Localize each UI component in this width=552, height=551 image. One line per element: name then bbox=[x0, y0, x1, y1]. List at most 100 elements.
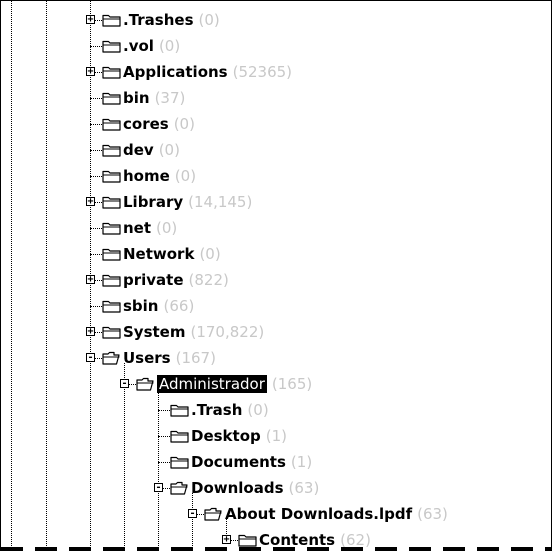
folder-open-icon bbox=[170, 480, 189, 495]
tree-node[interactable]: - Administrador (165) bbox=[1, 371, 551, 397]
folder-open-icon bbox=[136, 376, 155, 391]
tree-node-label[interactable]: home bbox=[123, 167, 170, 185]
expand-icon[interactable]: + bbox=[86, 197, 95, 207]
tree-node-label[interactable]: About Downloads.lpdf bbox=[225, 505, 412, 523]
tree-node-text: net (0) bbox=[123, 219, 177, 237]
tree-node-text: sbin (66) bbox=[123, 297, 194, 315]
tree-node-text: System (170,822) bbox=[123, 323, 264, 341]
tree-node-label[interactable]: Contents bbox=[259, 531, 335, 549]
tree-node[interactable]: + Applications (52365) bbox=[1, 59, 551, 85]
folder-icon bbox=[102, 64, 121, 79]
tree-node-label[interactable]: Library bbox=[123, 193, 183, 211]
tree-node-count: (0) bbox=[198, 11, 220, 29]
tree-node-count: (167) bbox=[175, 349, 216, 367]
tree-node[interactable]: .vol (0) bbox=[1, 33, 551, 59]
folder-tree: + .Trashes (0) .vol (0) + Applications (52365) b… bbox=[0, 0, 552, 551]
tree-node-text: dev (0) bbox=[123, 141, 180, 159]
folder-icon bbox=[102, 324, 121, 339]
folder-icon bbox=[102, 142, 121, 157]
tree-node-count: (0) bbox=[156, 219, 178, 237]
expand-icon[interactable]: + bbox=[86, 15, 95, 25]
tree-node-label[interactable]: System bbox=[123, 323, 185, 341]
tree-node[interactable]: + System (170,822) bbox=[1, 319, 551, 345]
tree-node[interactable]: cores (0) bbox=[1, 111, 551, 137]
tree-node-count: (62) bbox=[340, 531, 371, 549]
expand-icon[interactable]: + bbox=[86, 327, 95, 337]
tree-node[interactable]: - About Downloads.lpdf (63) bbox=[1, 501, 551, 527]
tree-node-label[interactable]: Downloads bbox=[191, 479, 284, 497]
tree-node-label[interactable]: Desktop bbox=[191, 427, 261, 445]
tree-node-label[interactable]: private bbox=[123, 271, 184, 289]
tree-node-label[interactable]: .vol bbox=[123, 37, 154, 55]
tree-node[interactable]: bin (37) bbox=[1, 85, 551, 111]
tree-node-label[interactable]: bin bbox=[123, 89, 150, 107]
tree-node-count: (822) bbox=[188, 271, 229, 289]
folder-icon bbox=[102, 298, 121, 313]
folder-icon bbox=[102, 220, 121, 235]
tree-node-text: Library (14,145) bbox=[123, 193, 252, 211]
tree-node-count: (37) bbox=[154, 89, 186, 107]
tree-node-text: Desktop (1) bbox=[191, 427, 287, 445]
tree-node-count: (0) bbox=[199, 245, 221, 263]
tree-node-text: bin (37) bbox=[123, 89, 185, 107]
collapse-icon[interactable]: - bbox=[188, 509, 197, 519]
tree-node-count: (63) bbox=[288, 479, 320, 497]
expand-icon[interactable]: + bbox=[222, 535, 231, 545]
tree-node-label[interactable]: Users bbox=[123, 349, 171, 367]
tree-node-count: (14,145) bbox=[188, 193, 253, 211]
tree-node-count: (170,822) bbox=[190, 323, 265, 341]
collapse-icon[interactable]: - bbox=[86, 353, 95, 363]
tree-node-text: home (0) bbox=[123, 167, 196, 185]
tree-node-label[interactable]: dev bbox=[123, 141, 154, 159]
tree-node-count: (1) bbox=[290, 453, 313, 471]
folder-icon bbox=[102, 272, 121, 287]
tree-node-count: (52365) bbox=[232, 63, 293, 81]
tree-node-text: Applications (52365) bbox=[123, 63, 292, 81]
tree-node-label[interactable]: .Trash bbox=[191, 401, 242, 419]
tree-node[interactable]: + Contents (62) bbox=[1, 527, 551, 551]
tree-node-count: (1) bbox=[265, 427, 287, 445]
tree-node-label[interactable]: cores bbox=[123, 115, 169, 133]
tree-node[interactable]: - Users (167) bbox=[1, 345, 551, 371]
tree-node-text: private (822) bbox=[123, 271, 229, 289]
tree-node[interactable]: home (0) bbox=[1, 163, 551, 189]
collapse-icon[interactable]: - bbox=[154, 483, 163, 493]
tree-node-text: Network (0) bbox=[123, 245, 221, 263]
tree-node-text: cores (0) bbox=[123, 115, 195, 133]
expand-icon[interactable]: + bbox=[86, 275, 95, 285]
tree-node[interactable]: - Downloads (63) bbox=[1, 475, 551, 501]
tree-node-text: .Trash (0) bbox=[191, 401, 269, 419]
tree-node[interactable]: sbin (66) bbox=[1, 293, 551, 319]
tree-node[interactable]: + private (822) bbox=[1, 267, 551, 293]
expand-icon[interactable]: + bbox=[86, 67, 95, 77]
tree-node-text: Users (167) bbox=[123, 349, 216, 367]
tree-node-label[interactable]: Applications bbox=[123, 63, 228, 81]
folder-icon bbox=[102, 12, 121, 27]
tree-node-label[interactable]: sbin bbox=[123, 297, 159, 315]
tree-node-label[interactable]: Network bbox=[123, 245, 194, 263]
folder-icon bbox=[170, 454, 189, 469]
folder-icon bbox=[102, 90, 121, 105]
tree-node[interactable]: net (0) bbox=[1, 215, 551, 241]
collapse-icon[interactable]: - bbox=[120, 379, 129, 389]
tree-node[interactable]: + .Trashes (0) bbox=[1, 7, 551, 33]
tree-node-count: (0) bbox=[158, 37, 181, 55]
tree-node[interactable]: dev (0) bbox=[1, 137, 551, 163]
tree-node[interactable]: Documents (1) bbox=[1, 449, 551, 475]
tree-node[interactable]: Network (0) bbox=[1, 241, 551, 267]
tree-node[interactable]: + Library (14,145) bbox=[1, 189, 551, 215]
tree-node[interactable]: Desktop (1) bbox=[1, 423, 551, 449]
tree-node-count: (66) bbox=[163, 297, 195, 315]
tree-node-count: (0) bbox=[247, 401, 269, 419]
tree-node-text: About Downloads.lpdf (63) bbox=[225, 505, 448, 523]
folder-open-icon bbox=[204, 506, 223, 521]
tree-node-text: .vol (0) bbox=[123, 37, 180, 55]
folder-icon bbox=[238, 532, 257, 547]
tree-node-label[interactable]: net bbox=[123, 219, 151, 237]
tree-node-label[interactable]: Documents bbox=[191, 453, 286, 471]
tree-node-count: (0) bbox=[174, 167, 197, 185]
tree-node-label[interactable]: Administrador bbox=[157, 375, 267, 393]
tree-node-label[interactable]: .Trashes bbox=[123, 11, 194, 29]
tree-node-count: (63) bbox=[417, 505, 448, 523]
tree-node[interactable]: .Trash (0) bbox=[1, 397, 551, 423]
